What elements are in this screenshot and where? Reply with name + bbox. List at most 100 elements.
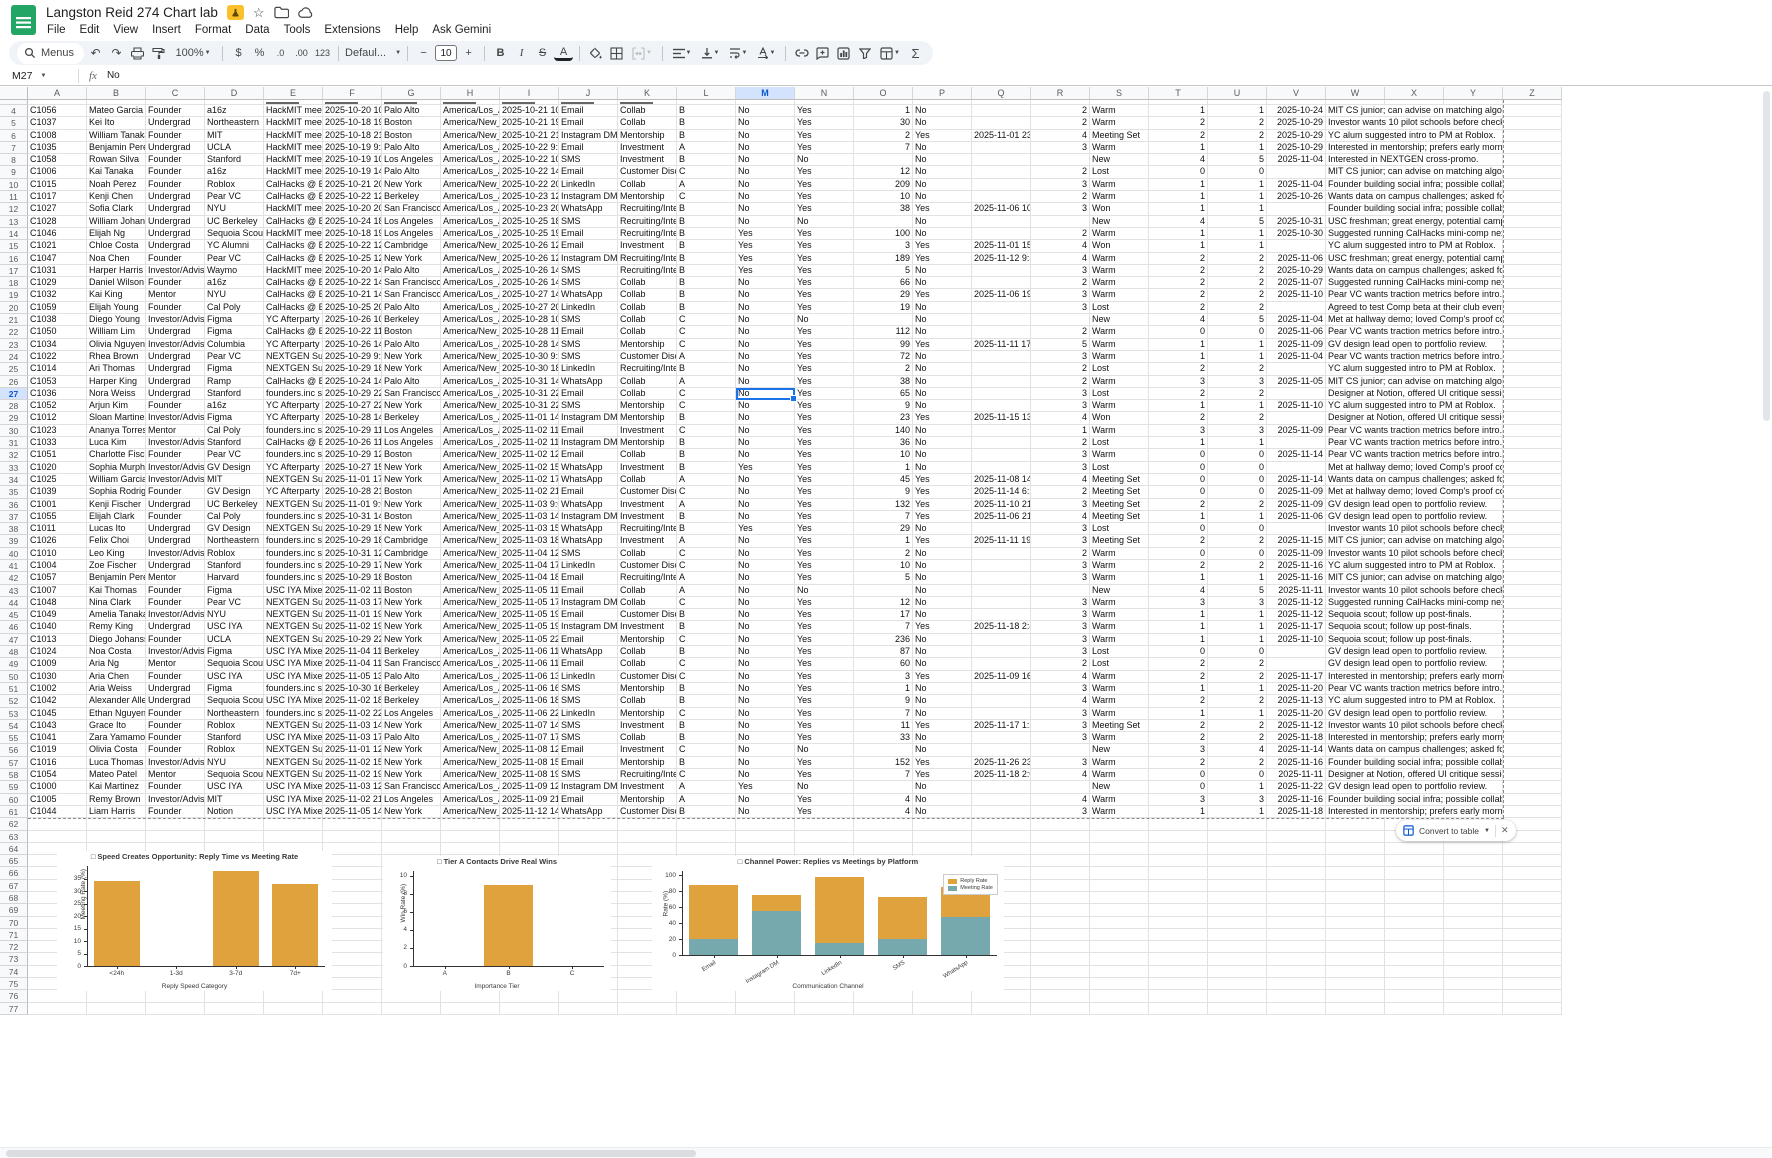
cell[interactable]: No [736, 511, 795, 523]
cell[interactable]: 0 [1149, 462, 1208, 474]
cell[interactable]: 3 [1031, 289, 1090, 301]
column-header-P[interactable]: P [913, 87, 972, 100]
cell[interactable]: Pear VC wants traction metrics before in… [1326, 351, 1503, 363]
row-header-4[interactable]: 4 [0, 105, 28, 117]
cell[interactable]: C1024 [28, 646, 87, 658]
cell[interactable] [441, 818, 500, 830]
cell[interactable]: C [677, 486, 736, 498]
cell[interactable]: Palo Alto [382, 376, 441, 388]
row-header-38[interactable]: 38 [0, 523, 28, 535]
cell[interactable]: 0 [1149, 166, 1208, 178]
cell[interactable]: C1047 [28, 253, 87, 265]
cell[interactable]: LinkedIn [559, 363, 618, 375]
cell[interactable]: 2025-11-16 [1267, 794, 1326, 806]
cell[interactable]: Mentor [146, 425, 205, 437]
cell[interactable]: Meeting Set [1090, 474, 1149, 486]
cell[interactable]: C1025 [28, 474, 87, 486]
cell[interactable]: C [677, 597, 736, 609]
cell[interactable]: 2025-11-01 19:1 [323, 609, 382, 621]
cell[interactable]: 1 [1149, 621, 1208, 633]
cell[interactable]: 2025-11-26 23:1 [972, 757, 1031, 769]
cell[interactable]: New York [382, 499, 441, 511]
cell[interactable] [1503, 376, 1562, 388]
cell[interactable]: No [913, 597, 972, 609]
cell[interactable]: Remy Brown [87, 794, 146, 806]
strikethrough-button[interactable]: S [533, 44, 552, 63]
cell[interactable]: Collab [618, 277, 677, 289]
cell[interactable]: Yes [795, 351, 854, 363]
zoom-select[interactable]: 100%▼ [170, 44, 216, 63]
cell[interactable]: 2025-11-02 17:5 [500, 474, 559, 486]
cell[interactable]: 3 [1031, 449, 1090, 461]
cell[interactable]: 2025-11-09 21:1 [500, 794, 559, 806]
cell[interactable]: YC Afterparty (S [264, 462, 323, 474]
cell[interactable]: Yes [913, 339, 972, 351]
cell[interactable]: Email [559, 449, 618, 461]
cell[interactable]: 1 [1149, 437, 1208, 449]
cell[interactable] [972, 683, 1031, 695]
cell[interactable]: New York [382, 523, 441, 535]
cell[interactable]: B [677, 683, 736, 695]
cell[interactable]: No [913, 166, 972, 178]
cell[interactable]: 2 [1031, 363, 1090, 375]
cell[interactable] [972, 142, 1031, 154]
cell[interactable]: Founder [146, 253, 205, 265]
cell[interactable]: Interested in mentorship; prefers early … [1326, 732, 1503, 744]
cell[interactable]: 2025-11-15 13:0 [972, 412, 1031, 424]
cell[interactable] [972, 265, 1031, 277]
cell[interactable]: Recruiting/Internship [618, 572, 677, 584]
cell[interactable]: 2 [1208, 658, 1267, 670]
cell[interactable]: No [736, 216, 795, 228]
cell[interactable]: Meeting Set [1090, 720, 1149, 732]
cell[interactable] [323, 831, 382, 843]
cell[interactable]: No [736, 769, 795, 781]
cell[interactable]: No [736, 314, 795, 326]
cell[interactable]: Recruiting/Internship [618, 363, 677, 375]
cell[interactable]: 2025-10-21 19:1 [500, 117, 559, 129]
cell[interactable]: Warm [1090, 732, 1149, 744]
format-percent-button[interactable]: % [250, 44, 269, 63]
cell[interactable]: C1056 [28, 105, 87, 117]
row-header-21[interactable]: 21 [0, 314, 28, 326]
cell[interactable] [1090, 990, 1149, 1002]
cell[interactable]: 5 [1208, 314, 1267, 326]
cell[interactable]: America/Los_Angeles [441, 412, 500, 424]
cell[interactable]: Cambridge [382, 240, 441, 252]
cell[interactable]: 2025-11-02 19:0 [323, 769, 382, 781]
cell[interactable]: 30 [854, 117, 913, 129]
cell[interactable]: 9 [854, 486, 913, 498]
cell[interactable]: 2025-10-23 20:2 [500, 203, 559, 215]
cell[interactable]: 3 [1031, 400, 1090, 412]
cell[interactable]: C [677, 671, 736, 683]
cell[interactable] [736, 843, 795, 855]
cell[interactable]: No [736, 486, 795, 498]
cell[interactable]: Yes [913, 757, 972, 769]
row-header-60[interactable]: 60 [0, 794, 28, 806]
cell[interactable]: Pear VC [205, 253, 264, 265]
cell[interactable]: 2 [1208, 277, 1267, 289]
cell[interactable]: 10 [854, 191, 913, 203]
cell[interactable]: America/New_York [441, 634, 500, 646]
cell[interactable]: Palo Alto [382, 339, 441, 351]
cell[interactable]: America/Los_Angeles [441, 425, 500, 437]
cell[interactable]: Yes [913, 240, 972, 252]
cell[interactable]: 2 [854, 548, 913, 560]
cell[interactable]: America/New_York [441, 548, 500, 560]
cell[interactable]: C1058 [28, 154, 87, 166]
cell[interactable]: New York [382, 609, 441, 621]
cell[interactable]: 2025-11-14 [1267, 449, 1326, 461]
cell[interactable]: No [736, 634, 795, 646]
cell[interactable]: America/New_York [441, 597, 500, 609]
cell[interactable]: Suggested running CalHacks mini-comp nex… [1326, 277, 1503, 289]
cell[interactable] [205, 990, 264, 1002]
cell[interactable] [1503, 363, 1562, 375]
cell[interactable]: 2025-10-29 22:4 [323, 634, 382, 646]
cell[interactable]: 2 [1208, 363, 1267, 375]
chart-channel-power[interactable]: □ Channel Power: Replies vs Meetings by … [652, 856, 1004, 991]
cell[interactable]: No [913, 105, 972, 117]
cell[interactable]: 2 [1208, 720, 1267, 732]
cell[interactable]: Sloan Martinez [87, 412, 146, 424]
cell[interactable]: Collab [618, 732, 677, 744]
cell[interactable] [1385, 990, 1444, 1002]
merge-cells-button[interactable]: ▼ [628, 44, 656, 63]
